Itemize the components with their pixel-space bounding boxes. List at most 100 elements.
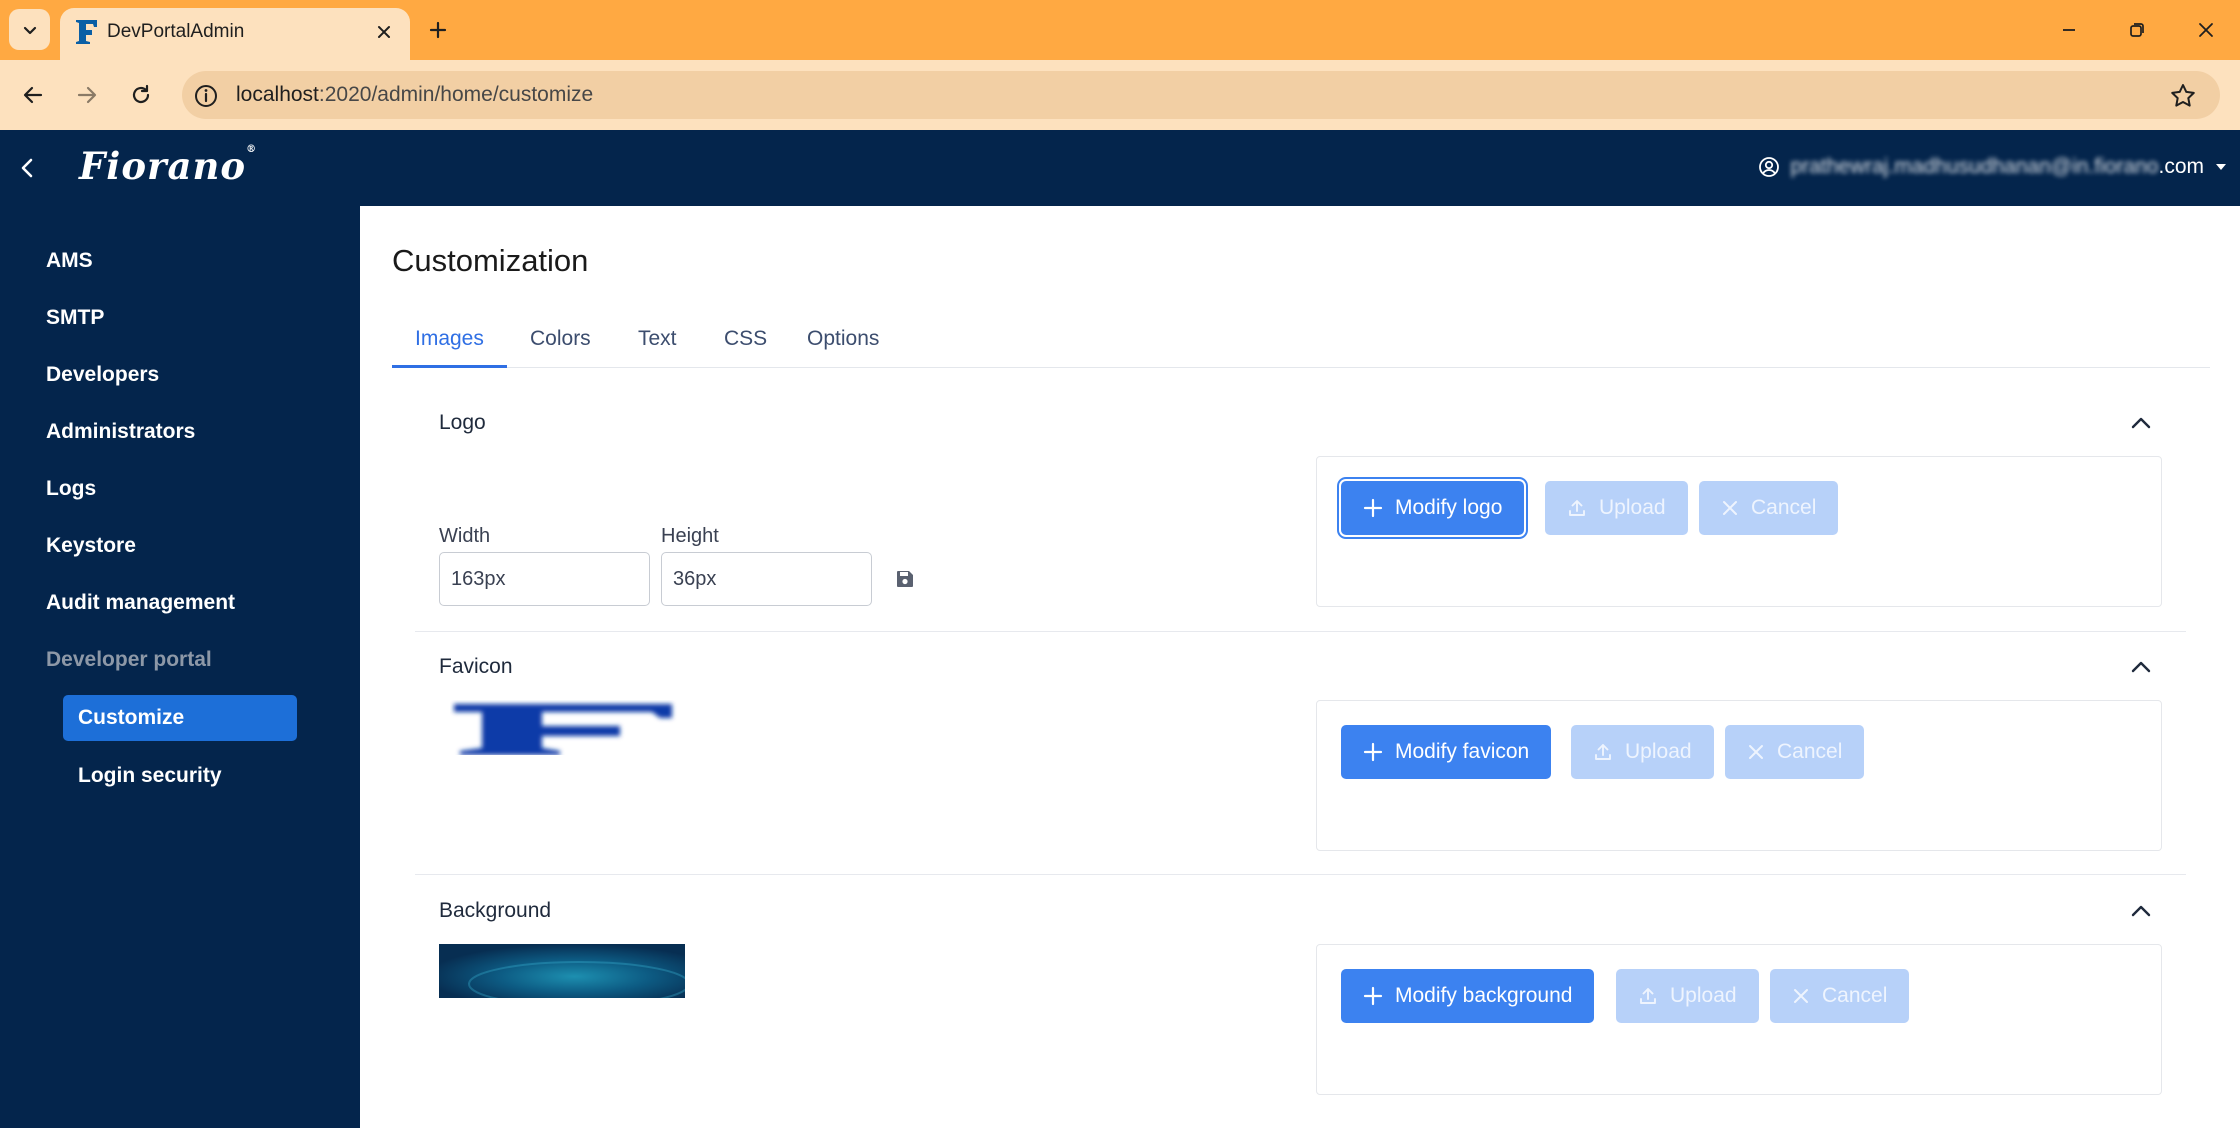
save-icon[interactable] [895, 569, 915, 589]
sidebar-item-label: Customize [78, 706, 185, 729]
plus-icon [1363, 986, 1383, 1006]
tab-options[interactable]: Options [807, 327, 879, 351]
logo-cancel-button[interactable]: Cancel [1699, 481, 1839, 535]
logo-width-input[interactable]: 163px [439, 552, 650, 606]
tab-images[interactable]: Images [415, 327, 484, 351]
brand-logo: Fiorano® [79, 144, 257, 188]
favicon-cancel-button[interactable]: Cancel [1725, 725, 1865, 779]
close-icon [378, 26, 390, 38]
brand-name: Fiorano [79, 144, 247, 188]
close-icon [2199, 23, 2213, 37]
browser-toolbar: localhost:2020/admin/home/customize [0, 60, 2240, 130]
sidebar-item-keystore[interactable]: Keystore [46, 534, 136, 558]
tab-search-button[interactable] [9, 9, 50, 50]
background-upload-panel: Modify background Upload Cancel [1316, 944, 2162, 1095]
minimize-button[interactable] [2052, 13, 2086, 47]
button-label: Modify favicon [1395, 740, 1530, 763]
tab-colors[interactable]: Colors [530, 327, 591, 351]
modify-logo-button[interactable]: Modify logo [1341, 481, 1525, 535]
user-circle-icon [1759, 157, 1780, 177]
back-button[interactable] [12, 74, 54, 116]
upload-icon [1569, 500, 1585, 516]
modify-background-button[interactable]: Modify background [1341, 969, 1595, 1023]
sidebar-item-ams[interactable]: AMS [46, 249, 93, 273]
close-icon [1749, 745, 1763, 759]
chevron-up-icon[interactable] [2126, 408, 2156, 438]
button-label: Modify logo [1395, 496, 1503, 519]
logo-width-value: 163px [451, 567, 506, 590]
favicon-preview-image [454, 704, 672, 755]
caret-down-icon [2216, 164, 2226, 170]
user-menu[interactable]: prathewraj.madhusudhanan@in.fiorano.com [1758, 155, 2228, 179]
logo-height-value: 36px [673, 567, 717, 590]
close-window-button[interactable] [2189, 13, 2223, 47]
modify-favicon-button[interactable]: Modify favicon [1341, 725, 1552, 779]
sidebar-item-developer-portal[interactable]: Developer portal [46, 648, 212, 672]
close-icon [1794, 989, 1808, 1003]
url-host: localhost [236, 83, 319, 106]
page-title: Customization [392, 243, 589, 278]
tab-css[interactable]: CSS [724, 327, 767, 351]
app-header: Fiorano® prathewraj.madhusudhanan@in.fio… [0, 130, 2240, 206]
favicon-upload-panel: Modify favicon Upload Cancel [1316, 700, 2162, 851]
info-icon[interactable] [193, 83, 219, 109]
brand-mark: ® [246, 144, 258, 155]
reload-icon [132, 84, 150, 104]
button-label: Upload [1599, 496, 1666, 519]
tab-title: DevPortalAdmin [107, 21, 245, 42]
section-divider [415, 631, 2186, 632]
user-email-blurred: prathewraj.madhusudhanan@in.fiorano [1790, 155, 2159, 178]
favicon-upload-button[interactable]: Upload [1571, 725, 1714, 779]
upload-icon [1640, 988, 1656, 1004]
width-label: Width [439, 525, 491, 547]
tab-text[interactable]: Text [638, 327, 677, 351]
sidebar-item-customize[interactable]: Customize [63, 695, 297, 741]
logo-height-input[interactable]: 36px [661, 552, 872, 606]
user-email: prathewraj.madhusudhanan@in.fiorano.com [1790, 155, 2204, 179]
close-icon [1723, 501, 1737, 515]
sidebar: AMS SMTP Developers Administrators Logs … [0, 206, 360, 1128]
arrow-left-icon [23, 86, 43, 104]
logo-upload-panel: Modify logo Upload Cancel [1316, 456, 2162, 607]
address-bar[interactable]: localhost:2020/admin/home/customize [182, 71, 2220, 119]
browser-tab[interactable]: DevPortalAdmin [60, 8, 410, 60]
button-label: Upload [1670, 984, 1737, 1007]
button-label: Cancel [1822, 984, 1888, 1007]
favicon-section-title: Favicon [439, 655, 513, 678]
forward-button[interactable] [66, 74, 108, 116]
minimize-icon [2063, 29, 2075, 31]
button-label: Modify background [1395, 984, 1573, 1007]
sidebar-item-audit-management[interactable]: Audit management [46, 591, 235, 615]
plus-icon [1363, 498, 1383, 518]
background-upload-button[interactable]: Upload [1616, 969, 1759, 1023]
button-label: Upload [1625, 740, 1692, 763]
sidebar-item-smtp[interactable]: SMTP [46, 306, 104, 330]
star-icon[interactable] [2168, 81, 2198, 111]
browser-tab-strip: DevPortalAdmin [0, 0, 2240, 60]
sidebar-item-logs[interactable]: Logs [46, 477, 96, 501]
new-tab-button[interactable] [422, 14, 454, 46]
background-cancel-button[interactable]: Cancel [1770, 969, 1910, 1023]
arrow-right-icon [77, 86, 97, 104]
chevron-up-icon[interactable] [2126, 652, 2156, 682]
background-section-title: Background [439, 899, 552, 922]
chevron-left-icon[interactable] [14, 154, 42, 182]
tab-close-button[interactable] [372, 20, 396, 44]
customization-tabs: Images Colors Text CSS Options [392, 318, 2210, 368]
sidebar-item-login-security[interactable]: Login security [78, 764, 222, 788]
restore-icon [2130, 23, 2144, 37]
plus-icon [429, 21, 447, 39]
url-text[interactable]: localhost:2020/admin/home/customize [236, 83, 593, 107]
restore-button[interactable] [2120, 13, 2154, 47]
fiorano-favicon-icon [76, 20, 97, 44]
chevron-up-icon[interactable] [2126, 896, 2156, 926]
logo-upload-button[interactable]: Upload [1545, 481, 1688, 535]
sidebar-item-developers[interactable]: Developers [46, 363, 159, 387]
reload-button[interactable] [120, 74, 162, 116]
sidebar-item-administrators[interactable]: Administrators [46, 420, 195, 444]
button-label: Cancel [1751, 496, 1817, 519]
logo-section-title: Logo [439, 411, 486, 434]
active-tab-indicator [392, 365, 507, 368]
plus-icon [1363, 742, 1383, 762]
chevron-down-icon [23, 26, 36, 34]
